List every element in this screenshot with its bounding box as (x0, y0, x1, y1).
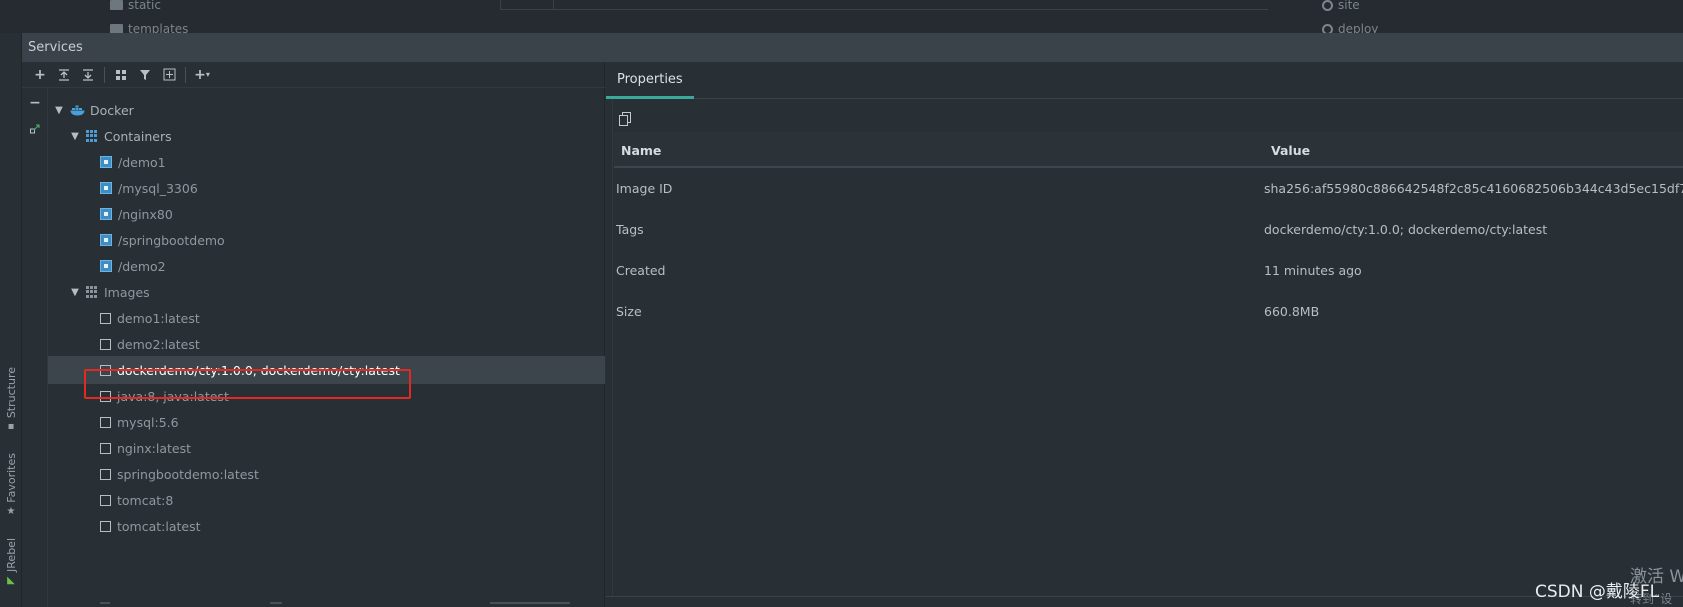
services-tree-panel: + + ▾ − ▼ Docker ▼ Containers /demo1 /my… (22, 62, 605, 607)
chevron-down-icon[interactable]: ▼ (52, 103, 66, 117)
services-panel-header: Services (22, 33, 1683, 62)
properties-tabbar: Properties (606, 62, 1683, 99)
tree-item-container[interactable]: /demo1 (48, 148, 605, 176)
table-row[interactable]: Size 660.8MB (614, 291, 1683, 332)
services-tree: ▼ Docker ▼ Containers /demo1 /mysql_3306… (48, 88, 605, 607)
property-name: Tags (616, 222, 644, 237)
container-icon (100, 260, 112, 272)
tree-item-container[interactable]: /springbootdemo (48, 226, 605, 254)
services-side-tools: − (22, 88, 48, 607)
tree-item-deploy[interactable]: deploy (1322, 22, 1378, 33)
scroll-indicator[interactable] (490, 602, 570, 604)
properties-panel: Properties Name Value Image ID sha256:af… (606, 62, 1683, 607)
tab-properties[interactable]: Properties (606, 62, 694, 99)
group-by-icon[interactable] (109, 64, 133, 86)
property-name: Created (616, 263, 666, 278)
table-row[interactable]: Tags dockerdemo/cty:1.0.0; dockerdemo/ct… (614, 209, 1683, 250)
container-icon (100, 156, 112, 168)
properties-table: Name Value Image ID sha256:af55980c88664… (614, 132, 1683, 332)
property-name: Size (616, 304, 642, 319)
toolbar-separator (104, 66, 105, 83)
chevron-down-icon[interactable]: ▼ (68, 285, 82, 299)
image-icon (100, 364, 111, 376)
expand-all-icon[interactable] (52, 64, 76, 86)
tree-item-site[interactable]: site (1322, 0, 1360, 12)
gear-icon (1322, 0, 1333, 11)
tab-favorites[interactable]: Favorites ★ (2, 453, 20, 517)
image-icon (100, 442, 111, 454)
add-icon[interactable]: + (28, 64, 52, 86)
scroll-indicator (270, 602, 282, 604)
table-row[interactable]: Created 11 minutes ago (614, 250, 1683, 291)
containers-icon (86, 130, 98, 142)
tree-node-docker[interactable]: ▼ Docker (48, 96, 605, 124)
star-icon: ★ (6, 505, 16, 517)
open-in-window-icon[interactable] (23, 118, 47, 140)
container-icon (100, 182, 112, 194)
new-tab-icon[interactable] (157, 64, 181, 86)
tree-item-image[interactable]: springbootdemo:latest (48, 460, 605, 488)
filter-icon[interactable] (133, 64, 157, 86)
folder-templates[interactable]: templates (110, 22, 188, 33)
property-value: 660.8MB (1264, 304, 1320, 319)
folder-static[interactable]: static (110, 0, 161, 12)
image-icon (100, 312, 111, 324)
image-icon (100, 390, 111, 402)
tree-item-image[interactable]: java:8, java:latest (48, 382, 605, 410)
copy-icon[interactable] (618, 110, 634, 126)
remove-icon[interactable]: − (23, 92, 47, 114)
tree-item-image[interactable]: demo1:latest (48, 304, 605, 332)
folder-icon (110, 0, 123, 10)
table-header: Name Value (614, 132, 1683, 168)
property-value: dockerdemo/cty:1.0.0; dockerdemo/cty:lat… (1264, 222, 1548, 237)
property-value: sha256:af55980c886642548f2c85c4160682506… (1264, 181, 1683, 196)
tree-item-image[interactable]: mysql:5.6 (48, 408, 605, 436)
jrebel-icon: ◣ (7, 574, 15, 586)
tree-item-image[interactable]: nginx:latest (48, 434, 605, 462)
image-icon (100, 520, 111, 532)
container-icon (100, 208, 112, 220)
tree-item-container[interactable]: /mysql_3306 (48, 174, 605, 202)
add-service-icon[interactable]: + ▾ (190, 64, 214, 86)
tab-structure[interactable]: Structure ▪ (2, 367, 20, 432)
tree-item-image[interactable]: tomcat:latest (48, 512, 605, 540)
column-header-name[interactable]: Name (621, 132, 661, 168)
image-icon (100, 494, 111, 506)
collapse-all-icon[interactable] (76, 64, 100, 86)
editor-pane (500, 0, 1268, 10)
services-title: Services (28, 40, 83, 55)
column-header-value[interactable]: Value (1271, 132, 1310, 168)
gear-icon (1322, 23, 1333, 33)
docker-icon (70, 105, 85, 116)
csdn-watermark: CSDN @戴陵FL (1535, 582, 1660, 602)
services-toolbar: + + ▾ (22, 62, 605, 88)
tab-jrebel[interactable]: JRebel ◣ (2, 538, 20, 586)
container-icon (100, 234, 112, 246)
tree-item-image-selected[interactable]: dockerdemo/cty:1.0.0, dockerdemo/cty:lat… (48, 356, 605, 384)
tree-node-containers[interactable]: ▼ Containers (48, 122, 605, 150)
left-tool-strip: Structure ▪ Favorites ★ JRebel ◣ (0, 33, 22, 607)
property-name: Image ID (616, 181, 673, 196)
folder-icon (110, 24, 123, 33)
tree-item-container[interactable]: /demo2 (48, 252, 605, 280)
image-icon (100, 338, 111, 350)
images-icon (86, 286, 98, 298)
structure-icon: ▪ (7, 421, 15, 433)
tree-item-image[interactable]: demo2:latest (48, 330, 605, 358)
image-icon (100, 416, 111, 428)
tree-node-images[interactable]: ▼ Images (48, 278, 605, 306)
image-icon (100, 468, 111, 480)
chevron-down-icon[interactable]: ▼ (68, 129, 82, 143)
tree-item-container[interactable]: /nginx80 (48, 200, 605, 228)
tree-item-image[interactable]: tomcat:8 (48, 486, 605, 514)
editor-top-strip: static templates site deploy (0, 0, 1683, 33)
scroll-indicator (100, 602, 110, 604)
table-row[interactable]: Image ID sha256:af55980c886642548f2c85c4… (614, 168, 1683, 209)
toolbar-separator (185, 66, 186, 83)
property-value: 11 minutes ago (1264, 263, 1362, 278)
